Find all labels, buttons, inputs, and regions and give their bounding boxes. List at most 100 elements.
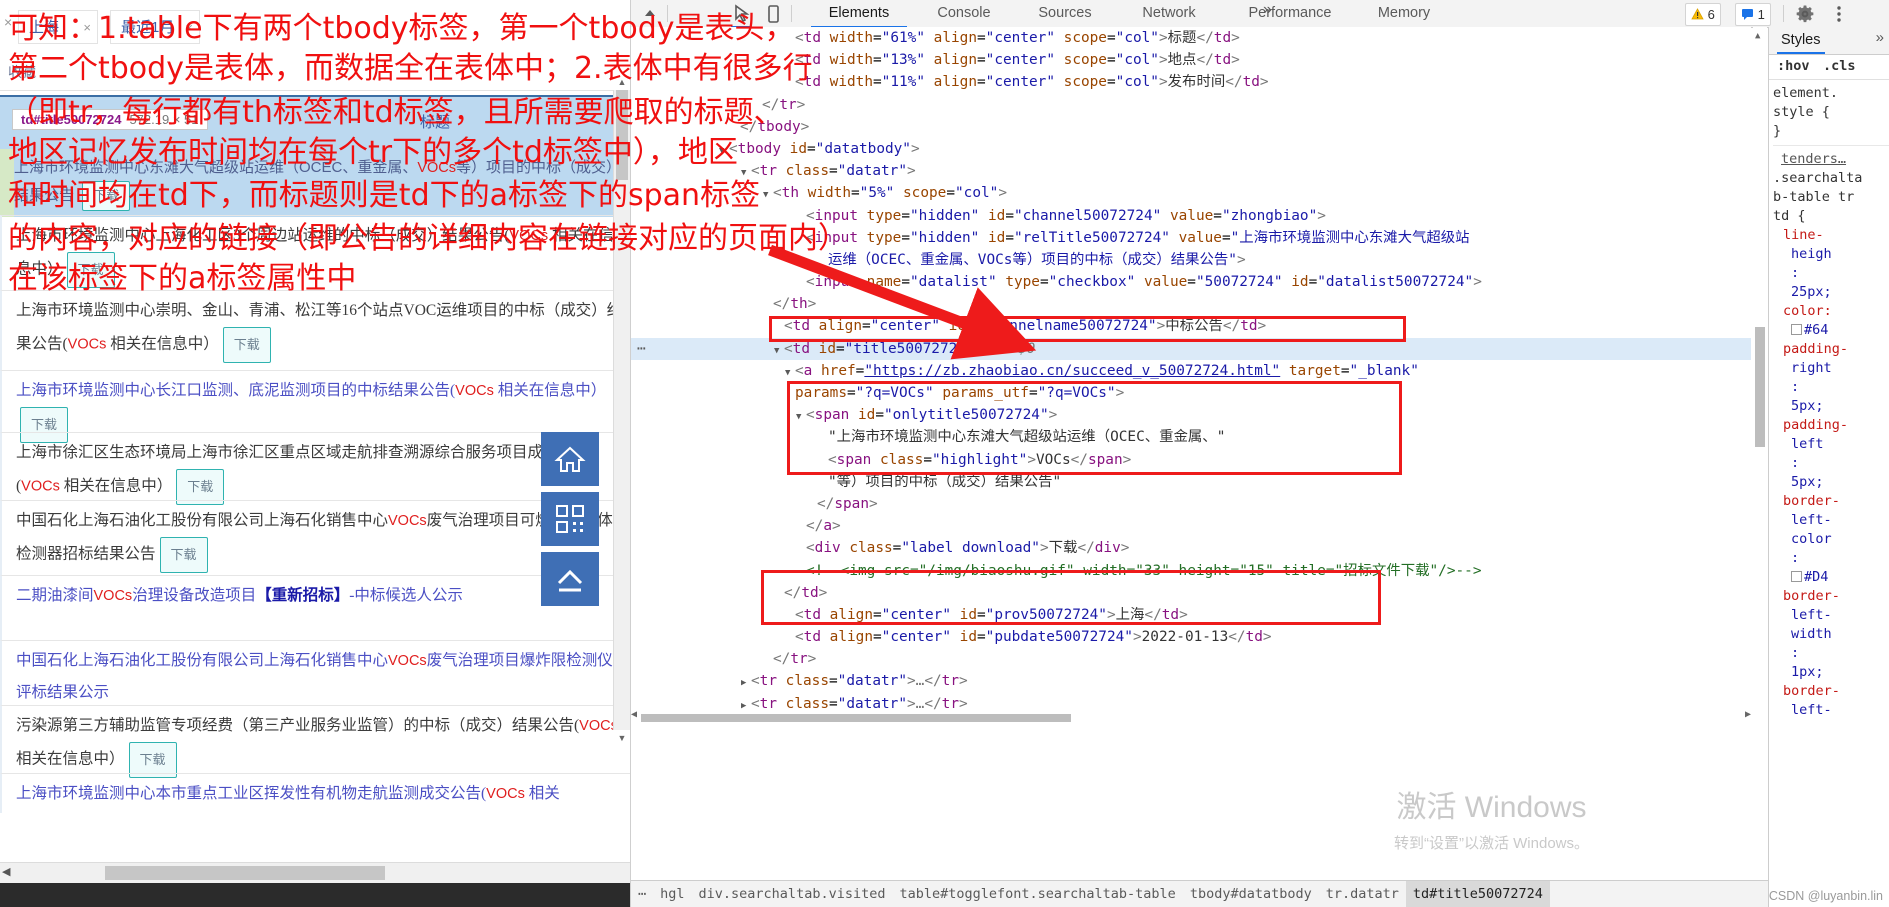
tab-memory[interactable]: Memory <box>1361 0 1447 26</box>
list-item[interactable]: 二期油漆间VOCs治理设备改造项目【重新招标】-中标候选人公示 <box>0 575 630 640</box>
breadcrumb-item[interactable]: table#togglefont.searchaltab-table <box>892 881 1182 907</box>
dom-node[interactable]: 运维（OCEC、重金属、VOCs等）项目的中标（成交）结果公告"> <box>631 249 1751 271</box>
dom-node[interactable]: </td> <box>631 582 1751 604</box>
color-swatch[interactable] <box>1791 324 1802 335</box>
dom-scroll-thumb[interactable] <box>1755 327 1765 447</box>
dom-node[interactable]: <td align="center" id="pubdate50072724">… <box>631 626 1751 648</box>
dom-scroll-up-icon[interactable]: ▲ <box>1755 31 1760 41</box>
css-value-5b[interactable]: 1px; <box>1773 663 1889 682</box>
highlighted-row-title[interactable]: 上海市环境监测中心东滩大气超级站运维（OCEC、重金属、VOCs等）项目的中标（… <box>14 155 614 211</box>
tag-chip-1-close-icon[interactable]: × <box>185 11 193 45</box>
hov-toggle[interactable]: :hov <box>1777 58 1810 74</box>
breadcrumb[interactable]: ⋯ hgl div.searchaltab.visited table#togglef… <box>631 880 1768 907</box>
dom-node[interactable]: </th> <box>631 293 1751 315</box>
dom-node[interactable]: </tr> <box>631 94 1751 116</box>
dom-node[interactable]: <td align="center" id="channelname500727… <box>631 315 1751 337</box>
dom-tree[interactable]: <td width="61%" align="center" scope="co… <box>631 27 1751 717</box>
highlighted-table-row[interactable]: td#title50072724 572.19 × 51 标题 上海市环境监测中心… <box>0 95 630 217</box>
scroll-down-icon[interactable]: ▼ <box>614 730 630 746</box>
css-prop-4[interactable]: border- <box>1773 492 1889 511</box>
dom-node[interactable]: <input name="datalist" type="checkbox" v… <box>631 271 1751 293</box>
css-value-3[interactable]: 5px; <box>1773 473 1889 492</box>
list-item[interactable]: 上海市环境监测中心本市重点工业区挥发性有机物走航监测成交公告(VOCs 相关 <box>0 773 630 813</box>
dom-node[interactable]: ▼ <span id="onlytitle50072724"> <box>631 404 1751 426</box>
more-tabs-icon[interactable]: » <box>1263 1 1272 19</box>
dom-node[interactable]: <span class="highlight">VOCs</span> <box>631 449 1751 471</box>
dom-hscroll-thumb[interactable] <box>641 714 1071 722</box>
expand-triangle-icon[interactable]: ▼ <box>774 340 784 362</box>
dom-node[interactable]: ▼ <th width="5%" scope="col"> <box>631 182 1751 204</box>
download-button[interactable]: 下载 <box>66 252 115 288</box>
scroll-up-icon[interactable]: ▲ <box>614 74 630 90</box>
home-icon[interactable] <box>541 432 599 486</box>
css-value-0[interactable]: 25px; <box>1773 283 1889 302</box>
page-vertical-scrollbar[interactable]: ▲ ▼ <box>613 77 630 743</box>
dock-caret-icon[interactable] <box>639 3 661 25</box>
list-item[interactable]: 污染源第三方辅助监管专项经费（第三产业服务业监管）的中标（成交）结果公告(VOC… <box>0 705 630 778</box>
dom-node[interactable]: ▼ <a href="https://zb.zhaobiao.cn/succeed… <box>631 360 1751 382</box>
favorite-label[interactable]: 收藏 <box>8 62 36 82</box>
css-value-2[interactable]: 5px; <box>1773 397 1889 416</box>
dom-node[interactable]: <td align="center" id="prov50072724">上海<… <box>631 604 1751 626</box>
list-item[interactable]: 上海市环境监测中心上海化工区3个周边站运维的中标（成交）结果公告(VOCs 相关… <box>0 215 630 290</box>
color-swatch-2[interactable] <box>1791 571 1802 582</box>
tab-performance[interactable]: Performance <box>1231 0 1349 26</box>
breadcrumb-item[interactable]: hgl <box>653 881 691 907</box>
page-horizontal-scrollbar[interactable]: ◀ <box>0 862 630 883</box>
list-item[interactable]: 上海市环境监测中心长江口监测、底泥监测项目的中标结果公告(VOCs 相关在信息中… <box>0 370 630 443</box>
tag-chip-0[interactable]: 上海 × <box>18 10 98 44</box>
expand-triangle-icon[interactable]: ▼ <box>741 162 751 184</box>
dom-node[interactable]: ▶<tr class="datatr">…</tr> <box>631 670 1751 692</box>
css-rule-source[interactable]: tenders… <box>1773 150 1889 169</box>
dom-node[interactable]: ▼ <tbody id="datatbody"> <box>631 138 1751 160</box>
dom-node[interactable]: "等）项目的中标（成交）结果公告" <box>631 471 1751 493</box>
list-item[interactable]: 上海市徐汇区生态环境局上海市徐汇区重点区域走航排查溯源综合服务项目成交公告(VO… <box>0 432 630 505</box>
css-value-1[interactable]: #64 <box>1773 321 1889 340</box>
tab-console[interactable]: Console <box>921 0 1007 26</box>
scroll-top-icon[interactable] <box>541 552 599 606</box>
css-prop-2[interactable]: padding- <box>1773 340 1889 359</box>
tag-chip-1[interactable]: 最近1月 × <box>110 10 200 44</box>
dom-tree-vertical-scrollbar[interactable]: ▲ <box>1753 27 1767 717</box>
device-toolbar-icon[interactable] <box>761 3 787 24</box>
css-prop-3[interactable]: padding- <box>1773 416 1889 435</box>
css-prop-1[interactable]: color: <box>1773 302 1889 321</box>
dom-node[interactable]: <td width="61%" align="center" scope="co… <box>631 27 1751 49</box>
expand-triangle-icon[interactable]: ▼ <box>719 140 729 162</box>
dom-node[interactable]: <input type="hidden" id="channel50072724… <box>631 205 1751 227</box>
qrcode-icon[interactable] <box>541 492 599 546</box>
cls-toggle[interactable]: .cls <box>1823 58 1856 74</box>
breadcrumb-item[interactable]: td#title50072724 <box>1405 881 1550 907</box>
dom-node[interactable]: <td width="11%" align="center" scope="co… <box>631 71 1751 93</box>
tag-chip-0-close-icon[interactable]: × <box>83 11 91 45</box>
dom-node-selected[interactable]: ⋯ ▼ <td id="title50072724"> == $0 <box>631 337 1751 362</box>
dom-scroll-right-icon[interactable]: ▶ <box>1745 709 1751 720</box>
dom-node[interactable]: params="?q=VOCs" params_utf="?q=VOCs"> <box>631 382 1751 404</box>
gear-icon[interactable] <box>1795 4 1815 28</box>
breadcrumb-item[interactable]: div.searchaltab.visited <box>692 881 893 907</box>
breadcrumb-item[interactable]: tbody#datatbody <box>1183 881 1319 907</box>
expand-triangle-icon[interactable]: ▼ <box>796 406 806 428</box>
dom-node[interactable]: <td width="13%" align="center" scope="co… <box>631 49 1751 71</box>
vertical-scroll-thumb[interactable] <box>616 90 628 180</box>
list-item[interactable]: 中国石化上海石油化工股份有限公司上海石化销售中心VOCs废气治理项目可燃有毒气体… <box>0 500 630 575</box>
download-button[interactable]: 下载 <box>159 537 208 573</box>
dom-tree-horizontal-scrollbar[interactable]: ◀ ▶ <box>631 709 1751 723</box>
tab-network[interactable]: Network <box>1123 0 1215 26</box>
download-button[interactable]: 下载 <box>82 181 131 211</box>
expand-triangle-icon[interactable]: ▼ <box>785 362 795 384</box>
node-overflow-dots[interactable]: ⋯ <box>637 338 647 360</box>
warning-badge[interactable]: 6 <box>1685 3 1721 26</box>
dom-node[interactable]: </span> <box>631 493 1751 515</box>
more-vertical-icon[interactable] <box>1831 4 1847 28</box>
message-badge[interactable]: 1 <box>1735 3 1771 26</box>
breadcrumb-item[interactable]: tr.datatr <box>1319 881 1406 907</box>
expand-triangle-icon[interactable]: ▼ <box>763 184 773 206</box>
css-prop-6[interactable]: border- <box>1773 682 1889 701</box>
horizontal-scroll-thumb[interactable] <box>105 866 385 880</box>
dom-node[interactable]: "上海市环境监测中心东滩大气超级站运维（OCEC、重金属、" <box>631 426 1751 448</box>
styles-more-icon[interactable]: » <box>1876 29 1884 46</box>
dom-node[interactable]: <!--<img src="/img/biaoshu.gif" width="3… <box>631 560 1751 582</box>
scroll-left-icon[interactable]: ◀ <box>2 865 10 878</box>
download-button[interactable]: 下载 <box>222 327 271 363</box>
